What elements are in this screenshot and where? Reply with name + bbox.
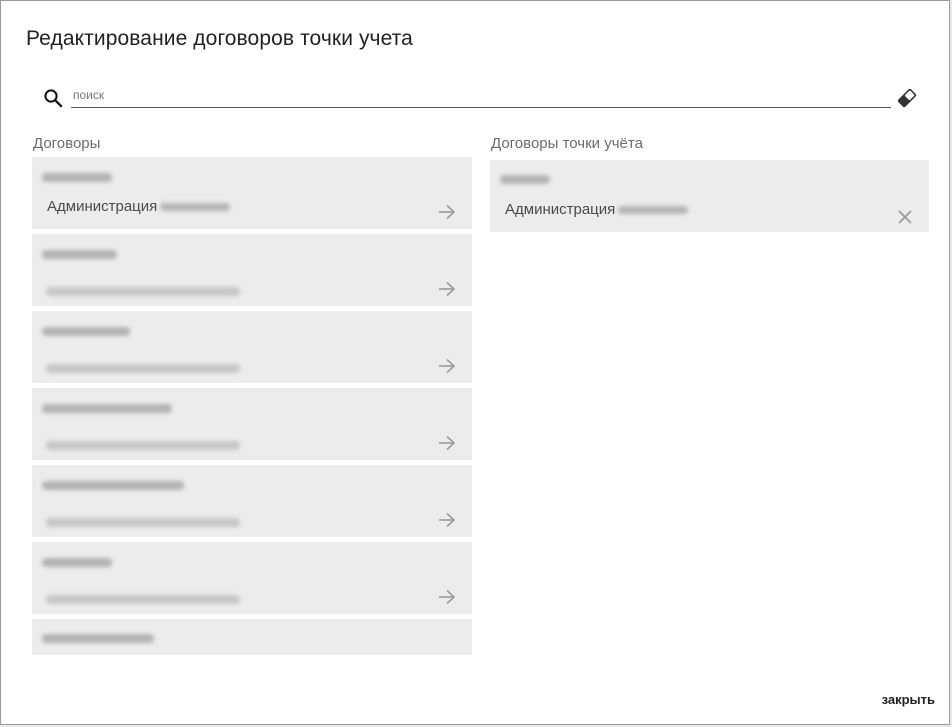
contract-card[interactable] [32,619,472,655]
contract-name [46,441,240,450]
contract-card[interactable] [32,311,472,383]
contract-number [500,175,550,184]
close-button[interactable]: закрыть [882,692,935,707]
contract-card[interactable] [32,542,472,614]
contracts-column-title: Договоры [33,135,101,152]
contract-name-redacted [618,206,689,215]
contract-card[interactable] [32,465,472,537]
contract-card[interactable] [32,234,472,306]
arrow-right-icon[interactable] [437,358,457,374]
arrow-right-icon[interactable] [437,512,457,528]
contract-name: Администрация [47,198,231,215]
point-contracts-list: Администрация [490,160,929,237]
arrow-right-icon[interactable] [437,204,457,220]
contract-number [42,634,154,643]
contract-number [42,481,184,490]
search-icon [44,89,63,108]
contract-name [46,518,240,527]
arrow-right-icon[interactable] [437,589,457,605]
contract-number [42,404,172,413]
search-bar [43,85,923,109]
eraser-icon[interactable] [896,88,918,108]
search-input[interactable] [71,85,891,108]
contracts-list: Администрация [32,157,472,660]
contract-name [46,287,240,296]
close-icon[interactable] [897,209,913,225]
contract-name: Администрация [505,201,689,218]
contract-name-redacted [160,203,231,212]
contract-name [46,595,240,604]
contract-card[interactable]: Администрация [32,157,472,229]
contract-name [46,364,240,373]
dialog-title: Редактирование договоров точки учета [26,27,413,50]
arrow-right-icon[interactable] [437,435,457,451]
contract-number [42,250,117,259]
contract-number [42,558,112,567]
contract-number [42,173,112,182]
edit-contracts-dialog: Редактирование договоров точки учета Дог… [0,0,950,725]
arrow-right-icon[interactable] [437,281,457,297]
point-contract-card[interactable]: Администрация [490,160,929,232]
contract-card[interactable] [32,388,472,460]
point-contracts-column-title: Договоры точки учёта [491,135,643,152]
contract-number [42,327,130,336]
